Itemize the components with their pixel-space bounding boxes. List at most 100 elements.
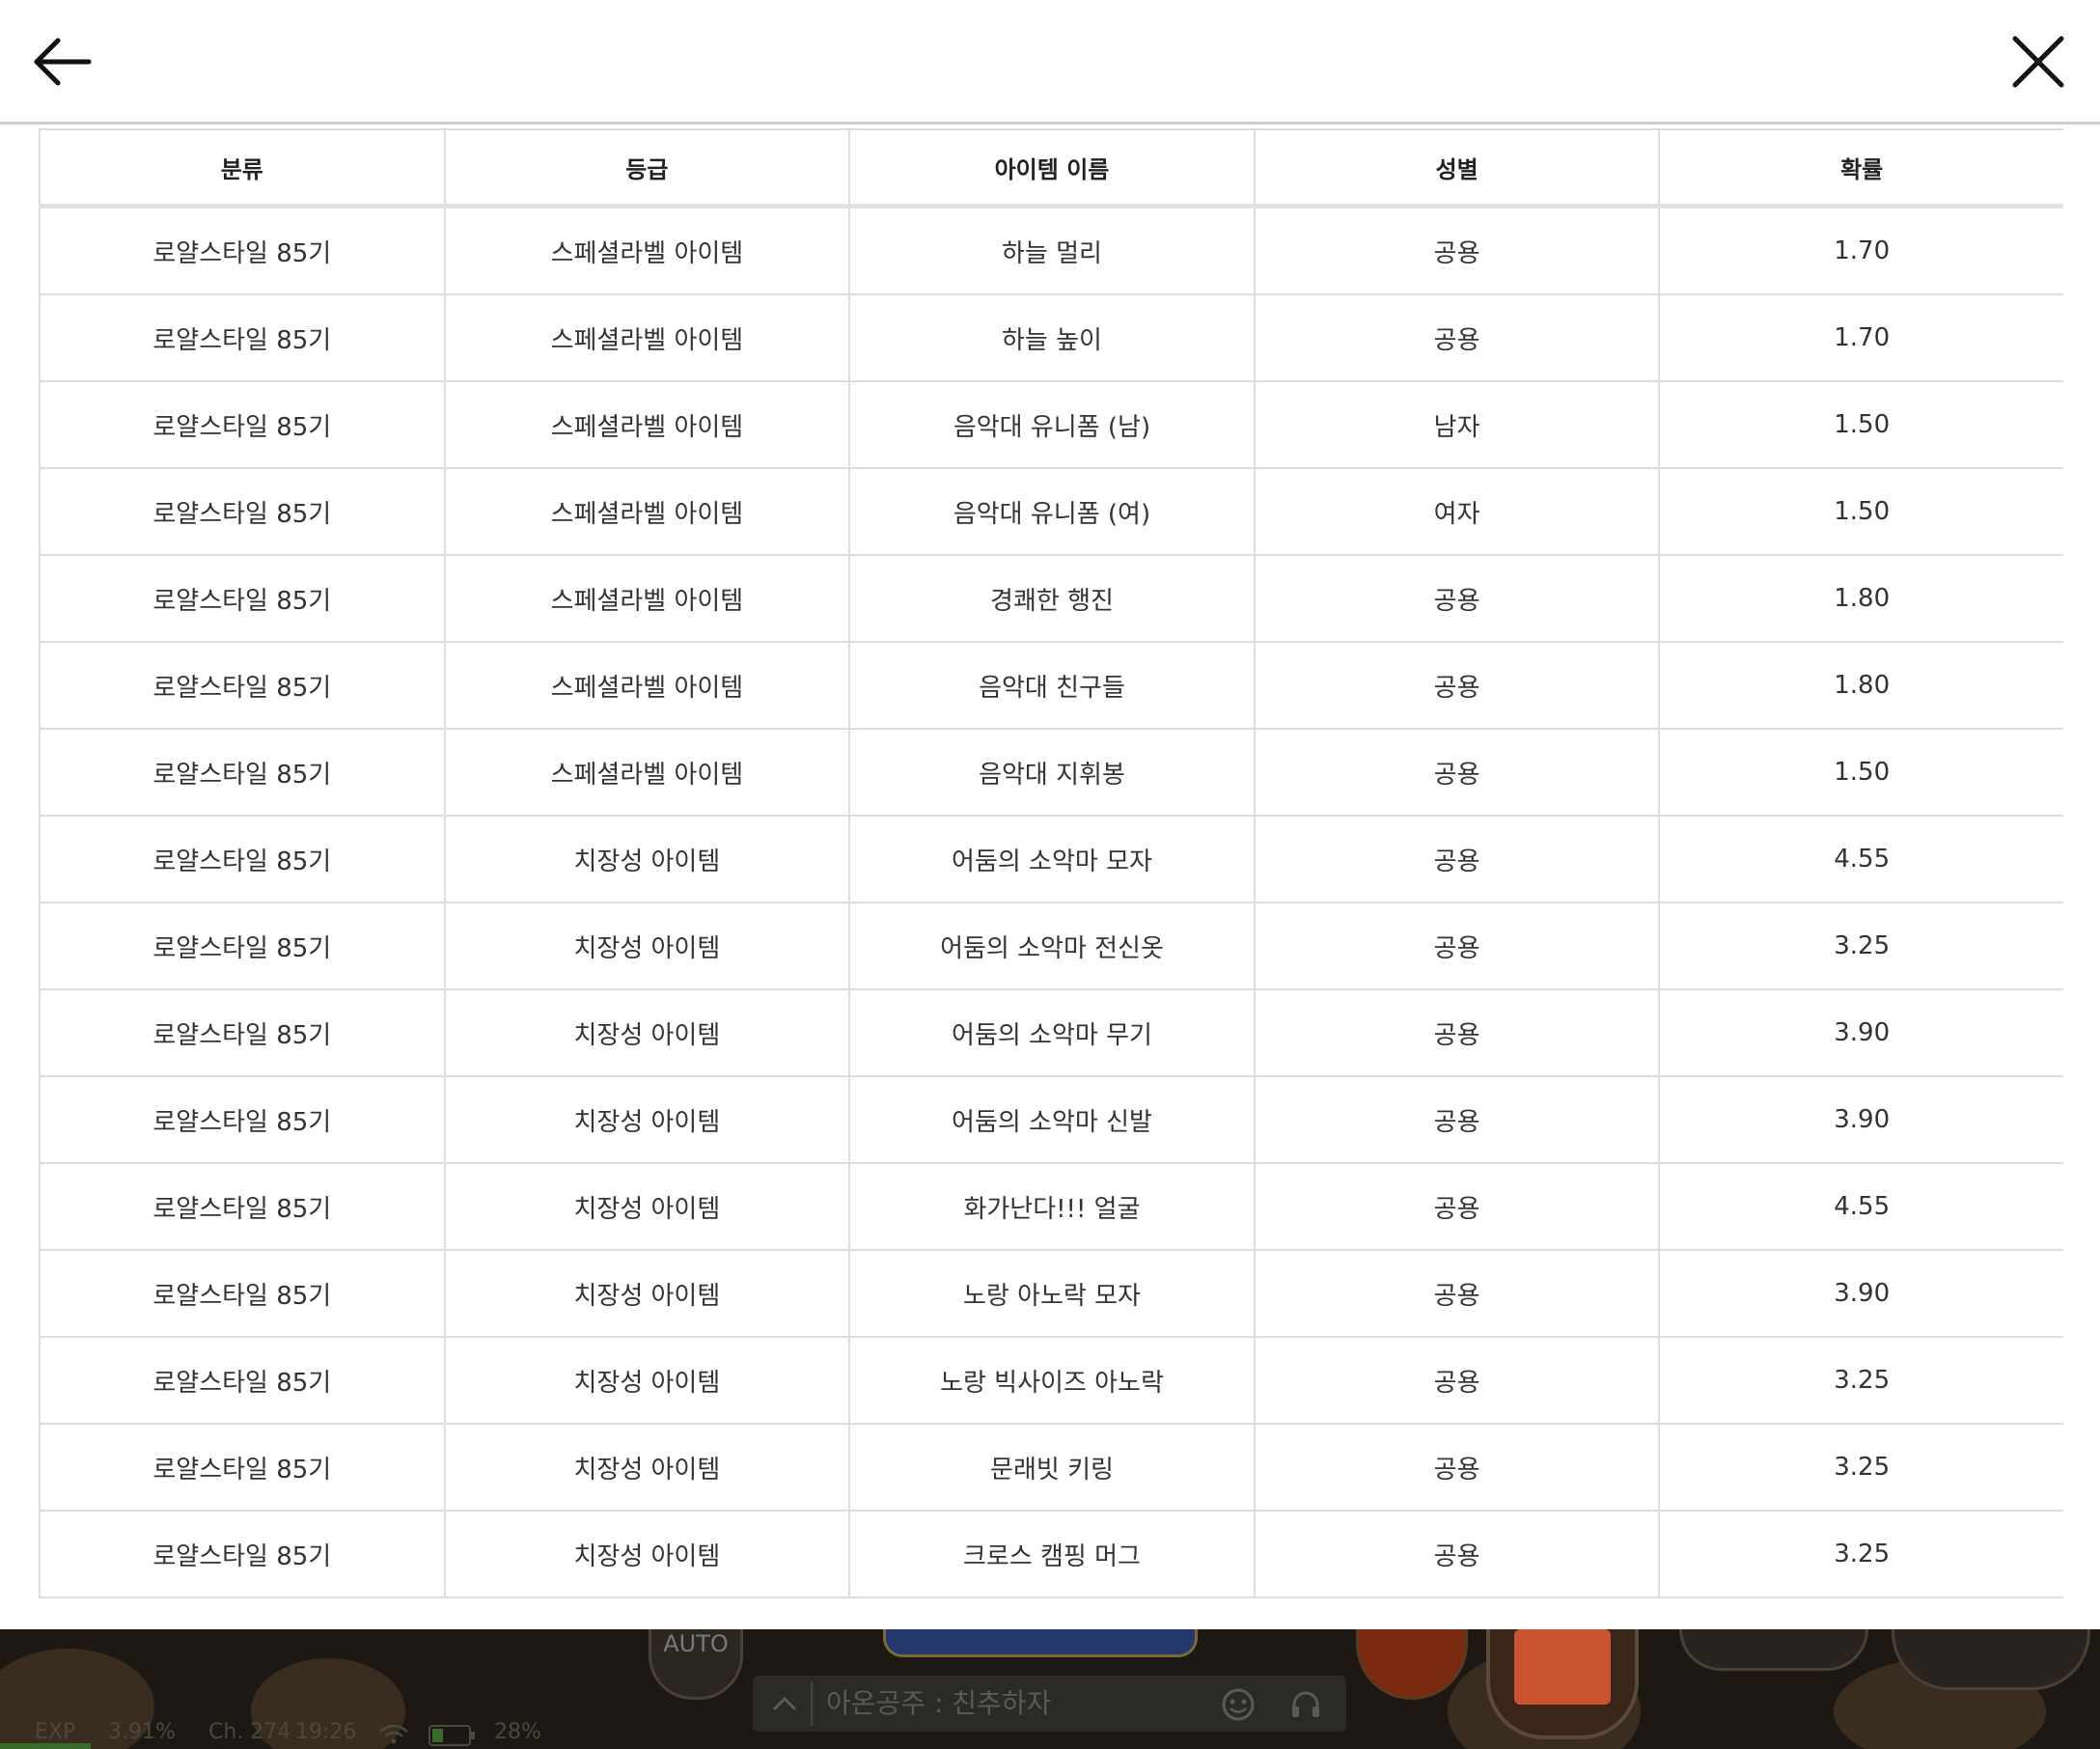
cell-grade: 스페셜라벨 아이템: [443, 467, 851, 556]
cell-probability: 4.55: [1658, 815, 2063, 903]
cell-gender: 공용: [1253, 554, 1661, 643]
cell-probability: 3.90: [1658, 988, 2063, 1077]
table-row: 로얄스타일 85기 치장성 아이템 화가난다!!! 얼굴 공용 4.55: [39, 1162, 2063, 1251]
wifi-icon: [379, 1724, 408, 1744]
cell-grade: 스페셜라벨 아이템: [443, 641, 851, 730]
cell-gender: 공용: [1253, 293, 1661, 382]
auto-label: AUTO: [663, 1630, 729, 1657]
cell-item-name: 음악대 유니폼 (여): [848, 467, 1256, 556]
cell-category: 로얄스타일 85기: [39, 1249, 446, 1338]
table-row: 로얄스타일 85기 스페셜라벨 아이템 음악대 친구들 공용 1.80: [39, 641, 2063, 730]
table-row: 로얄스타일 85기 스페셜라벨 아이템 음악대 지휘봉 공용 1.50: [39, 728, 2063, 817]
table-row: 로얄스타일 85기 치장성 아이템 노랑 아노락 모자 공용 3.90: [39, 1249, 2063, 1338]
exp-percent: 3.91%: [108, 1720, 176, 1744]
cell-category: 로얄스타일 85기: [39, 205, 446, 295]
cell-probability: 1.50: [1658, 380, 2063, 469]
cell-category: 로얄스타일 85기: [39, 380, 446, 469]
cell-probability: 1.50: [1658, 467, 2063, 556]
cell-gender: 공용: [1253, 205, 1661, 295]
cell-grade: 스페셜라벨 아이템: [443, 554, 851, 643]
table-row: 로얄스타일 85기 치장성 아이템 어둠의 소악마 무기 공용 3.90: [39, 988, 2063, 1077]
cell-gender: 공용: [1253, 988, 1661, 1077]
cell-grade: 치장성 아이템: [443, 1423, 851, 1512]
headset-icon[interactable]: [1288, 1687, 1323, 1722]
table-header-row: 분류 등급 아이템 이름 성별 확률: [39, 128, 2063, 208]
close-icon: [2012, 36, 2064, 88]
emoji-icon[interactable]: [1221, 1687, 1256, 1722]
column-header-item-name: 아이템 이름: [848, 128, 1256, 208]
game-hud-bar: AUTO 아온공주 : 친추하자 EXP 3.91% Ch. 274 19:26: [0, 1629, 2100, 1749]
cell-probability: 3.90: [1658, 1249, 2063, 1338]
top-bar: [0, 0, 2100, 125]
channel-label: Ch. 274: [208, 1720, 291, 1744]
close-button[interactable]: [2000, 23, 2077, 100]
cell-item-name: 경쾌한 행진: [848, 554, 1256, 643]
cell-probability: 3.25: [1658, 1510, 2063, 1598]
cell-probability: 3.25: [1658, 1423, 2063, 1512]
cell-gender: 공용: [1253, 1336, 1661, 1425]
cell-grade: 치장성 아이템: [443, 1162, 851, 1251]
cell-gender: 공용: [1253, 815, 1661, 903]
cell-probability: 1.50: [1658, 728, 2063, 817]
cell-item-name: 어둠의 소악마 무기: [848, 988, 1256, 1077]
cell-grade: 치장성 아이템: [443, 1075, 851, 1164]
cell-item-name: 문래빗 키링: [848, 1423, 1256, 1512]
table-row: 로얄스타일 85기 스페셜라벨 아이템 하늘 멀리 공용 1.70: [39, 205, 2063, 295]
cell-item-name: 화가난다!!! 얼굴: [848, 1162, 1256, 1251]
table-row: 로얄스타일 85기 스페셜라벨 아이템 음악대 유니폼 (여) 여자 1.50: [39, 467, 2063, 556]
probability-table: 분류 등급 아이템 이름 성별 확률 로얄스타일 85기 스페셜라벨 아이템 하늘 …: [39, 128, 2063, 1598]
cell-gender: 공용: [1253, 902, 1661, 990]
cell-item-name: 음악대 유니폼 (남): [848, 380, 1256, 469]
clock-time: 19:26: [295, 1720, 357, 1744]
column-header-grade: 등급: [443, 128, 851, 208]
table-row: 로얄스타일 85기 스페셜라벨 아이템 경쾌한 행진 공용 1.80: [39, 554, 2063, 643]
hud-round-button-right[interactable]: [1679, 1629, 1868, 1671]
hud-orange-button[interactable]: [1356, 1629, 1468, 1700]
cell-probability: 3.90: [1658, 1075, 2063, 1164]
cell-probability: 1.80: [1658, 641, 2063, 730]
cell-probability: 1.70: [1658, 293, 2063, 382]
cell-grade: 치장성 아이템: [443, 815, 851, 903]
cell-item-name: 음악대 친구들: [848, 641, 1256, 730]
battery-percent: 28%: [494, 1720, 541, 1744]
cell-item-name: 어둠의 소악마 신발: [848, 1075, 1256, 1164]
table-row: 로얄스타일 85기 치장성 아이템 어둠의 소악마 신발 공용 3.90: [39, 1075, 2063, 1164]
hud-item-image: [1514, 1629, 1611, 1705]
cell-probability: 3.25: [1658, 1336, 2063, 1425]
cell-item-name: 노랑 아노락 모자: [848, 1249, 1256, 1338]
back-button[interactable]: [23, 23, 100, 100]
cell-category: 로얄스타일 85기: [39, 467, 446, 556]
cell-gender: 여자: [1253, 467, 1661, 556]
cell-category: 로얄스타일 85기: [39, 1423, 446, 1512]
cell-grade: 스페셜라벨 아이템: [443, 205, 851, 295]
cell-category: 로얄스타일 85기: [39, 815, 446, 903]
chevron-up-icon[interactable]: [770, 1689, 799, 1718]
probability-table-container[interactable]: 분류 등급 아이템 이름 성별 확률 로얄스타일 85기 스페셜라벨 아이템 하늘 …: [39, 128, 2063, 1629]
hud-round-button-far-right[interactable]: [1892, 1629, 2090, 1690]
cell-category: 로얄스타일 85기: [39, 988, 446, 1077]
battery-icon: [428, 1725, 475, 1746]
cell-item-name: 어둠의 소악마 모자: [848, 815, 1256, 903]
cell-category: 로얄스타일 85기: [39, 1510, 446, 1598]
table-row: 로얄스타일 85기 스페셜라벨 아이템 하늘 높이 공용 1.70: [39, 293, 2063, 382]
cell-item-name: 크로스 캠핑 머그: [848, 1510, 1256, 1598]
cell-grade: 치장성 아이템: [443, 902, 851, 990]
cell-grade: 스페셜라벨 아이템: [443, 380, 851, 469]
cell-grade: 스페셜라벨 아이템: [443, 293, 851, 382]
cell-probability: 3.25: [1658, 902, 2063, 990]
table-row: 로얄스타일 85기 치장성 아이템 어둠의 소악마 모자 공용 4.55: [39, 815, 2063, 903]
cell-category: 로얄스타일 85기: [39, 902, 446, 990]
cell-probability: 1.70: [1658, 205, 2063, 295]
cell-item-name: 하늘 높이: [848, 293, 1256, 382]
cell-category: 로얄스타일 85기: [39, 641, 446, 730]
cell-probability: 4.55: [1658, 1162, 2063, 1251]
table-row: 로얄스타일 85기 스페셜라벨 아이템 음악대 유니폼 (남) 남자 1.50: [39, 380, 2063, 469]
cell-category: 로얄스타일 85기: [39, 293, 446, 382]
table-row: 로얄스타일 85기 치장성 아이템 문래빗 키링 공용 3.25: [39, 1423, 2063, 1512]
cell-category: 로얄스타일 85기: [39, 1075, 446, 1164]
cell-gender: 공용: [1253, 1162, 1661, 1251]
cell-grade: 치장성 아이템: [443, 1336, 851, 1425]
cell-gender: 공용: [1253, 1075, 1661, 1164]
column-header-category: 분류: [39, 128, 446, 208]
auto-button[interactable]: AUTO: [649, 1629, 743, 1700]
